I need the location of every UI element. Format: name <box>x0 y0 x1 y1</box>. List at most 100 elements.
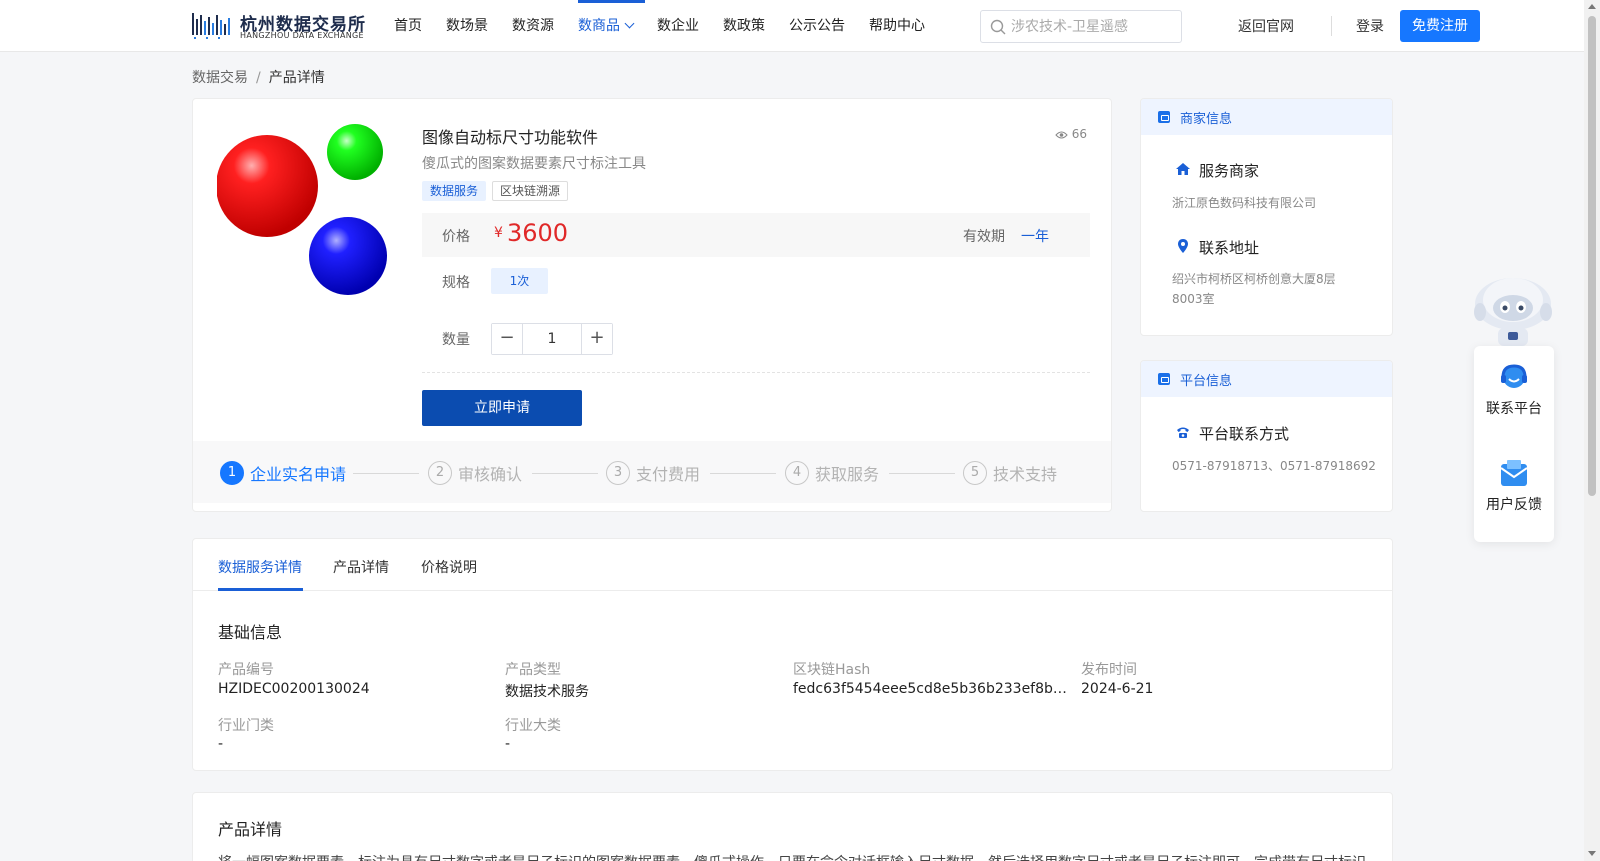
price-box: 价格 ¥ 3600 有效期 一年 <box>422 213 1090 257</box>
tab-price-description[interactable]: 价格说明 <box>421 557 477 577</box>
step-1-number: 1 <box>220 461 244 485</box>
blockchain-hash-value: fedc63f5454eee5cd8e5b36b233ef8b7446d2e <box>793 681 1068 697</box>
product-tags: 数据服务 区块链溯源 <box>422 181 569 201</box>
tab-data-service-detail[interactable]: 数据服务详情 <box>218 557 302 577</box>
step-4: 4 获取服务 <box>785 461 879 485</box>
step-3: 3 支付费用 <box>606 461 700 485</box>
platform-panel-title: 平台信息 <box>1180 374 1233 389</box>
breadcrumb-home[interactable]: 数据交易 <box>192 70 248 86</box>
register-button[interactable]: 免费注册 <box>1400 10 1480 42</box>
spec-label: 规格 <box>442 275 470 291</box>
back-to-official-link[interactable]: 返回官网 <box>1238 16 1294 36</box>
detail-card: 数据服务详情 产品详情 价格说明 基础信息 产品编号 HZIDEC0020013… <box>192 538 1393 771</box>
merchant-panel-header: 商家信息 <box>1141 99 1392 135</box>
blockchain-hash-label: 区块链Hash <box>793 662 871 678</box>
quantity-input[interactable]: 1 <box>523 324 581 354</box>
process-steps: 1 企业实名申请 2 审核确认 3 支付费用 4 获取服务 5 技术支持 <box>193 441 1111 503</box>
page-scrollbar[interactable] <box>1584 0 1600 861</box>
breadcrumb-separator: / <box>256 70 261 86</box>
step-5-number: 5 <box>963 461 987 485</box>
phone-icon <box>1177 427 1189 438</box>
apply-now-button[interactable]: 立即申请 <box>422 390 582 426</box>
quantity-stepper: − 1 + <box>491 323 613 355</box>
publish-date-label: 发布时间 <box>1081 662 1137 678</box>
contact-platform-label: 联系平台 <box>1486 401 1542 417</box>
merchant-panel-title: 商家信息 <box>1180 112 1233 127</box>
step-1: 1 企业实名申请 <box>220 461 346 485</box>
product-description-card: 产品详情 将一幅图案数据要素，标注为具有尺寸数字或者是尺子标识的图案数据要素，傻… <box>192 792 1393 861</box>
user-feedback-label: 用户反馈 <box>1486 497 1542 513</box>
step-connector <box>353 473 419 474</box>
industry-category-value: - <box>218 736 224 752</box>
publish-date-value: 2024-6-21 <box>1081 681 1154 697</box>
nav-announcements[interactable]: 公示公告 <box>777 0 857 52</box>
customer-service-icon <box>1501 364 1527 388</box>
product-description-title: 产品详情 <box>218 820 283 839</box>
main-nav: 首页 数场景 数资源 数商品 数企业 数政策 公示公告 帮助中心 <box>382 0 937 52</box>
contact-platform-button[interactable]: 联系平台 <box>1474 346 1554 442</box>
view-count-value: 66 <box>1071 127 1087 141</box>
product-type-value: 数据技术服务 <box>505 684 589 700</box>
spec-option[interactable]: 1次 <box>491 268 548 294</box>
product-code-label: 产品编号 <box>218 662 274 678</box>
industry-major-value: - <box>505 736 511 752</box>
scrollbar-thumb[interactable] <box>1588 16 1596 496</box>
location-pin-icon <box>1178 239 1188 253</box>
industry-major-label: 行业大类 <box>505 718 561 734</box>
price-currency: ¥ <box>494 225 503 241</box>
nav-help[interactable]: 帮助中心 <box>857 0 937 52</box>
basic-info-title: 基础信息 <box>218 623 283 642</box>
step-1-label: 企业实名申请 <box>250 465 347 484</box>
step-4-label: 获取服务 <box>815 465 880 484</box>
tab-product-detail[interactable]: 产品详情 <box>333 557 389 577</box>
feedback-mail-icon <box>1500 460 1528 486</box>
address-title: 联系地址 <box>1199 239 1260 257</box>
industry-category-label: 行业门类 <box>218 718 274 734</box>
nav-enterprises[interactable]: 数企业 <box>645 0 711 52</box>
home-icon <box>1176 163 1190 175</box>
divider <box>422 372 1090 373</box>
platform-info-panel: 平台信息 平台联系方式 0571-87918713、0571-87918692 <box>1140 360 1393 512</box>
product-description-text: 将一幅图案数据要素，标注为具有尺寸数字或者是尺子标识的图案数据要素，傻瓜式操作，… <box>218 852 1373 861</box>
step-3-number: 3 <box>606 461 630 485</box>
product-subtitle: 傻瓜式的图案数据要素尺寸标注工具 <box>422 156 646 172</box>
scroll-down-arrow-icon[interactable] <box>1588 851 1596 856</box>
platform-panel-header: 平台信息 <box>1141 361 1392 397</box>
store-icon <box>1158 111 1170 123</box>
search-icon <box>990 19 1006 35</box>
product-type-label: 产品类型 <box>505 662 561 678</box>
price-label: 价格 <box>442 229 470 245</box>
site-logo[interactable]: 杭州数据交易所 HANGZHOU DATA EXCHANGE <box>192 9 365 41</box>
top-header: 杭州数据交易所 HANGZHOU DATA EXCHANGE 首页 数场景 数资… <box>0 0 1584 52</box>
step-connector <box>889 473 955 474</box>
step-5-label: 技术支持 <box>993 465 1058 484</box>
logo-subtitle: HANGZHOU DATA EXCHANGE <box>240 31 364 40</box>
logo-bars-icon <box>192 13 230 39</box>
nav-home[interactable]: 首页 <box>382 0 434 52</box>
decrease-button[interactable]: − <box>492 324 523 354</box>
breadcrumb: 数据交易 / 产品详情 <box>192 67 325 87</box>
user-feedback-button[interactable]: 用户反馈 <box>1474 442 1554 538</box>
search-input[interactable] <box>1011 11 1176 42</box>
eye-icon <box>1055 131 1068 139</box>
breadcrumb-current: 产品详情 <box>268 70 325 86</box>
nav-products-label: 数商品 <box>578 18 620 34</box>
price-value: 3600 <box>507 219 569 247</box>
scroll-up-arrow-icon[interactable] <box>1588 4 1596 9</box>
nav-products[interactable]: 数商品 <box>566 0 645 52</box>
validity-label: 有效期 <box>963 229 1005 245</box>
nav-scenes[interactable]: 数场景 <box>434 0 500 52</box>
active-tab-indicator <box>218 588 303 591</box>
assistant-robot-icon[interactable] <box>1472 268 1554 346</box>
view-count: 66 <box>1055 127 1087 141</box>
tag-blockchain: 区块链溯源 <box>492 181 569 201</box>
platform-icon <box>1158 373 1170 385</box>
nav-policies[interactable]: 数政策 <box>711 0 777 52</box>
step-2: 2 审核确认 <box>428 461 522 485</box>
nav-resources[interactable]: 数资源 <box>500 0 566 52</box>
address-value: 绍兴市柯桥区柯桥创意大厦8层8003室 <box>1172 272 1336 306</box>
step-3-label: 支付费用 <box>636 465 701 484</box>
login-link[interactable]: 登录 <box>1356 16 1384 36</box>
search-box[interactable] <box>980 10 1182 43</box>
increase-button[interactable]: + <box>581 324 612 354</box>
